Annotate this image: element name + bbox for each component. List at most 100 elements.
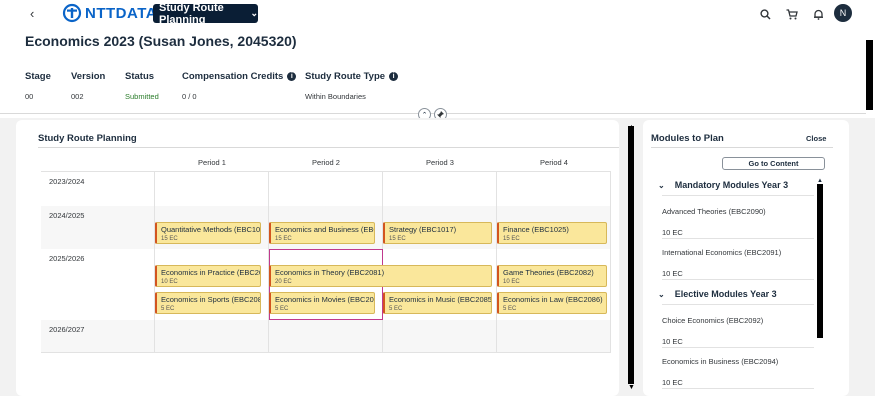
ntt-logo-icon [62,3,82,23]
avatar[interactable]: N [834,4,852,22]
plan-module-name: International Economics (EBC2091) [662,248,782,257]
plan-module-item[interactable]: Choice Economics (EBC2092) 10 EC [662,316,814,346]
module-credits: 15 EC [161,236,178,242]
plan-module-credits: 10 EC [662,337,683,346]
period-slot[interactable] [155,172,269,206]
module-name: Economics in Theory (EBC2081) [275,268,385,277]
module-name: Economics and Business (EBC1 [275,225,374,234]
period-slot[interactable] [497,172,611,206]
attribute-label: Stage [25,71,51,82]
year-cell: 2025/2026 [41,249,155,320]
search-icon[interactable] [757,6,773,22]
module-name: Economics in Movies (EBC2084 [275,295,374,304]
close-button[interactable]: Close [806,134,826,143]
plan-module-name: Economics in Business (EBC2094) [662,357,779,366]
attribute-version: Version 002 [71,71,105,101]
module-tile[interactable]: Finance (EBC1025) 15 EC [497,222,607,244]
period-slot[interactable] [497,320,611,352]
group-title: Mandatory Modules Year 3 [674,180,789,190]
info-icon[interactable]: i [389,72,399,81]
year-label: 2023/2024 [49,177,85,186]
go-to-content-button[interactable]: Go to Content [722,157,825,170]
item-divider [662,238,814,239]
chevron-down-icon: ⌄ [658,180,665,190]
module-name: Finance (EBC1025) [503,225,569,234]
cart-icon[interactable] [784,6,800,22]
year-cell: 2024/2025 [41,206,155,249]
period-header: Period 3 [383,153,497,172]
planning-scrollbar[interactable] [628,126,634,384]
period-slot[interactable] [383,172,497,206]
ntt-data-logo[interactable]: NTTDATA [62,3,157,23]
attribute-study-route-type: Study Route Type i Within Boundaries [305,71,399,101]
attribute-status: Status Submitted [125,71,159,101]
plan-module-item[interactable]: Advanced Theories (EBC2090) 10 EC [662,207,814,237]
year-row: 2026/2027 [41,320,611,353]
module-tile[interactable]: Economics in Sports (EBC2083) 5 EC [155,292,261,314]
side-panel-scrollbar[interactable] [817,184,823,338]
group-header-mandatory[interactable]: ⌄ Mandatory Modules Year 3 [658,180,788,190]
side-panel-title: Modules to Plan [651,133,724,144]
attribute-label: Compensation Credits i [182,71,297,82]
module-name: Economics in Music (EBC2085) [389,295,491,304]
module-credits: 10 EC [503,279,520,285]
attribute-value: 002 [71,92,84,101]
module-tile[interactable]: Economics in Practice (EBC208 10 EC [155,265,261,287]
planning-title-divider [38,147,619,148]
module-credits: 5 EC [389,306,403,312]
year-label: 2026/2027 [49,325,85,334]
status-value: Submitted [125,92,159,101]
attribute-label-text: Study Route Type [305,71,386,82]
attribute-value: 00 [25,92,34,101]
module-tile[interactable]: Economics in Movies (EBC2084 5 EC [269,292,375,314]
module-tile[interactable]: Economics in Law (EBC2086) 5 EC [497,292,607,314]
item-divider [662,195,814,196]
period-header: Period 4 [497,153,611,172]
period-slot[interactable] [155,320,269,352]
scroll-down-arrow-icon[interactable]: ▼ [628,384,635,391]
module-name: Game Theories (EBC2082) [503,268,594,277]
module-name: Economics in Sports (EBC2083) [161,295,260,304]
item-divider [662,388,814,389]
year-label: 2024/2025 [49,211,85,220]
app-menu-label: Study Route Planning [159,1,224,26]
module-tile[interactable]: Strategy (EBC1017) 15 EC [383,222,492,244]
page-title: Economics 2023 (Susan Jones, 2045320) [25,33,297,49]
chevron-down-icon: ⌄ [250,8,258,18]
logo-text: NTTDATA [85,4,158,22]
info-icon[interactable]: i [287,72,297,81]
module-credits: 5 EC [275,306,289,312]
module-tile[interactable]: Economics and Business (EBC1 15 EC [269,222,375,244]
module-credits: 15 EC [275,236,292,242]
module-tile[interactable]: Game Theories (EBC2082) 10 EC [497,265,607,287]
module-tile[interactable]: Economics in Music (EBC2085) 5 EC [383,292,492,314]
group-title: Elective Modules Year 3 [674,289,777,299]
page-scrollbar[interactable] [866,40,873,110]
year-cell: 2026/2027 [41,320,155,352]
period-header: Period 2 [269,153,383,172]
attribute-value: 0 / 0 [182,92,197,101]
header-divider [0,113,866,114]
year-label: 2025/2026 [49,254,85,263]
period-slot[interactable] [269,320,383,352]
side-panel-divider [651,147,833,148]
module-tile[interactable]: Quantitative Methods (EBC1005) 15 EC [155,222,261,244]
bell-icon[interactable] [810,6,826,22]
attribute-label: Version [71,71,106,82]
app-menu-button[interactable]: Study Route Planning ⌄ [153,1,258,26]
plan-module-item[interactable]: International Economics (EBC2091) 10 EC [662,248,814,278]
plan-module-item[interactable]: Economics in Business (EBC2094) 10 EC [662,357,814,387]
module-name: Economics in Law (EBC2086) [503,295,603,304]
module-name: Economics in Practice (EBC208 [161,268,260,277]
period-slot[interactable] [383,320,497,352]
group-header-elective[interactable]: ⌄ Elective Modules Year 3 [658,289,777,299]
module-credits: 15 EC [389,236,406,242]
shell-bar: ‹ NTTDATA Study Route Planning ⌄ N [0,0,875,27]
period-slot[interactable] [269,172,383,206]
period-header: Period 1 [155,153,269,172]
item-divider [662,304,814,305]
attribute-label-text: Compensation Credits [182,71,284,82]
plan-module-name: Choice Economics (EBC2092) [662,316,764,325]
module-tile[interactable]: Economics in Theory (EBC2081) 20 EC [269,265,492,287]
back-icon[interactable]: ‹ [30,6,34,21]
